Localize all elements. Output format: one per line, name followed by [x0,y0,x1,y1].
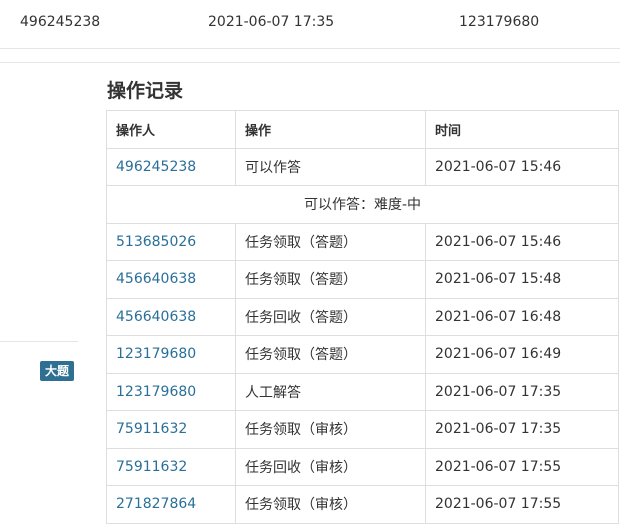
time-cell: 2021-06-07 17:35 [425,410,619,449]
header-operator: 操作人 [106,110,236,149]
time-cell: 2021-06-07 15:46 [425,222,619,261]
action-cell: 任务回收（审核） [235,447,426,486]
operator-link[interactable]: 75911632 [106,447,236,486]
operator-link[interactable]: 271827864 [106,485,236,524]
table-row: 271827864 任务领取（审核） 2021-06-07 17:55 [106,485,619,524]
operator-link[interactable]: 456640638 [106,297,236,336]
table-detail-row: 可以作答：难度-中 [106,185,619,224]
table-row: 123179680 任务领取（答题） 2021-06-07 16:49 [106,335,619,374]
operator-link[interactable]: 123179680 [106,335,236,374]
action-cell: 任务领取（答题） [235,222,426,261]
action-cell: 任务领取（审核） [235,485,426,524]
left-panel-divider [0,341,78,342]
summary-user-id: 496245238 [20,14,101,30]
operator-link[interactable]: 513685026 [106,222,236,261]
operations-title: 操作记录 [107,80,184,102]
summary-operator-id: 123179680 [459,14,540,30]
action-cell: 可以作答 [235,147,426,186]
action-cell: 任务领取（答题） [235,260,426,299]
action-cell: 人工解答 [235,372,426,411]
table-row: 513685026 任务领取（答题） 2021-06-07 15:46 [106,222,619,261]
time-cell: 2021-06-07 17:55 [425,485,619,524]
header-time: 时间 [425,110,619,149]
action-cell: 任务领取（审核） [235,410,426,449]
table-row: 75911632 任务回收（审核） 2021-06-07 17:55 [106,447,619,486]
time-cell: 2021-06-07 15:46 [425,147,619,186]
operator-link[interactable]: 456640638 [106,260,236,299]
operator-link[interactable]: 123179680 [106,372,236,411]
time-cell: 2021-06-07 17:55 [425,447,619,486]
table-row: 496245238 可以作答 2021-06-07 15:46 [106,147,619,186]
table-row: 75911632 任务领取（审核） 2021-06-07 17:35 [106,410,619,449]
summary-datetime: 2021-06-07 17:35 [208,14,335,30]
table-row: 123179680 人工解答 2021-06-07 17:35 [106,372,619,411]
table-row: 456640638 任务领取（答题） 2021-06-07 15:48 [106,260,619,299]
operations-table: 操作人 操作 时间 496245238 可以作答 2021-06-07 15:4… [106,110,619,524]
operator-link[interactable]: 496245238 [106,147,236,186]
detail-cell: 可以作答：难度-中 [106,185,619,224]
time-cell: 2021-06-07 16:49 [425,335,619,374]
section-divider [0,62,620,63]
action-cell: 任务回收（答题） [235,297,426,336]
table-header-row: 操作人 操作 时间 [106,110,619,149]
header-action: 操作 [235,110,426,149]
time-cell: 2021-06-07 17:35 [425,372,619,411]
time-cell: 2021-06-07 15:48 [425,260,619,299]
table-row: 456640638 任务回收（答题） 2021-06-07 16:48 [106,297,619,336]
summary-row: 496245238 2021-06-07 17:35 123179680 [0,0,620,49]
question-type-badge: 大题 [40,361,75,381]
time-cell: 2021-06-07 16:48 [425,297,619,336]
operator-link[interactable]: 75911632 [106,410,236,449]
action-cell: 任务领取（答题） [235,335,426,374]
